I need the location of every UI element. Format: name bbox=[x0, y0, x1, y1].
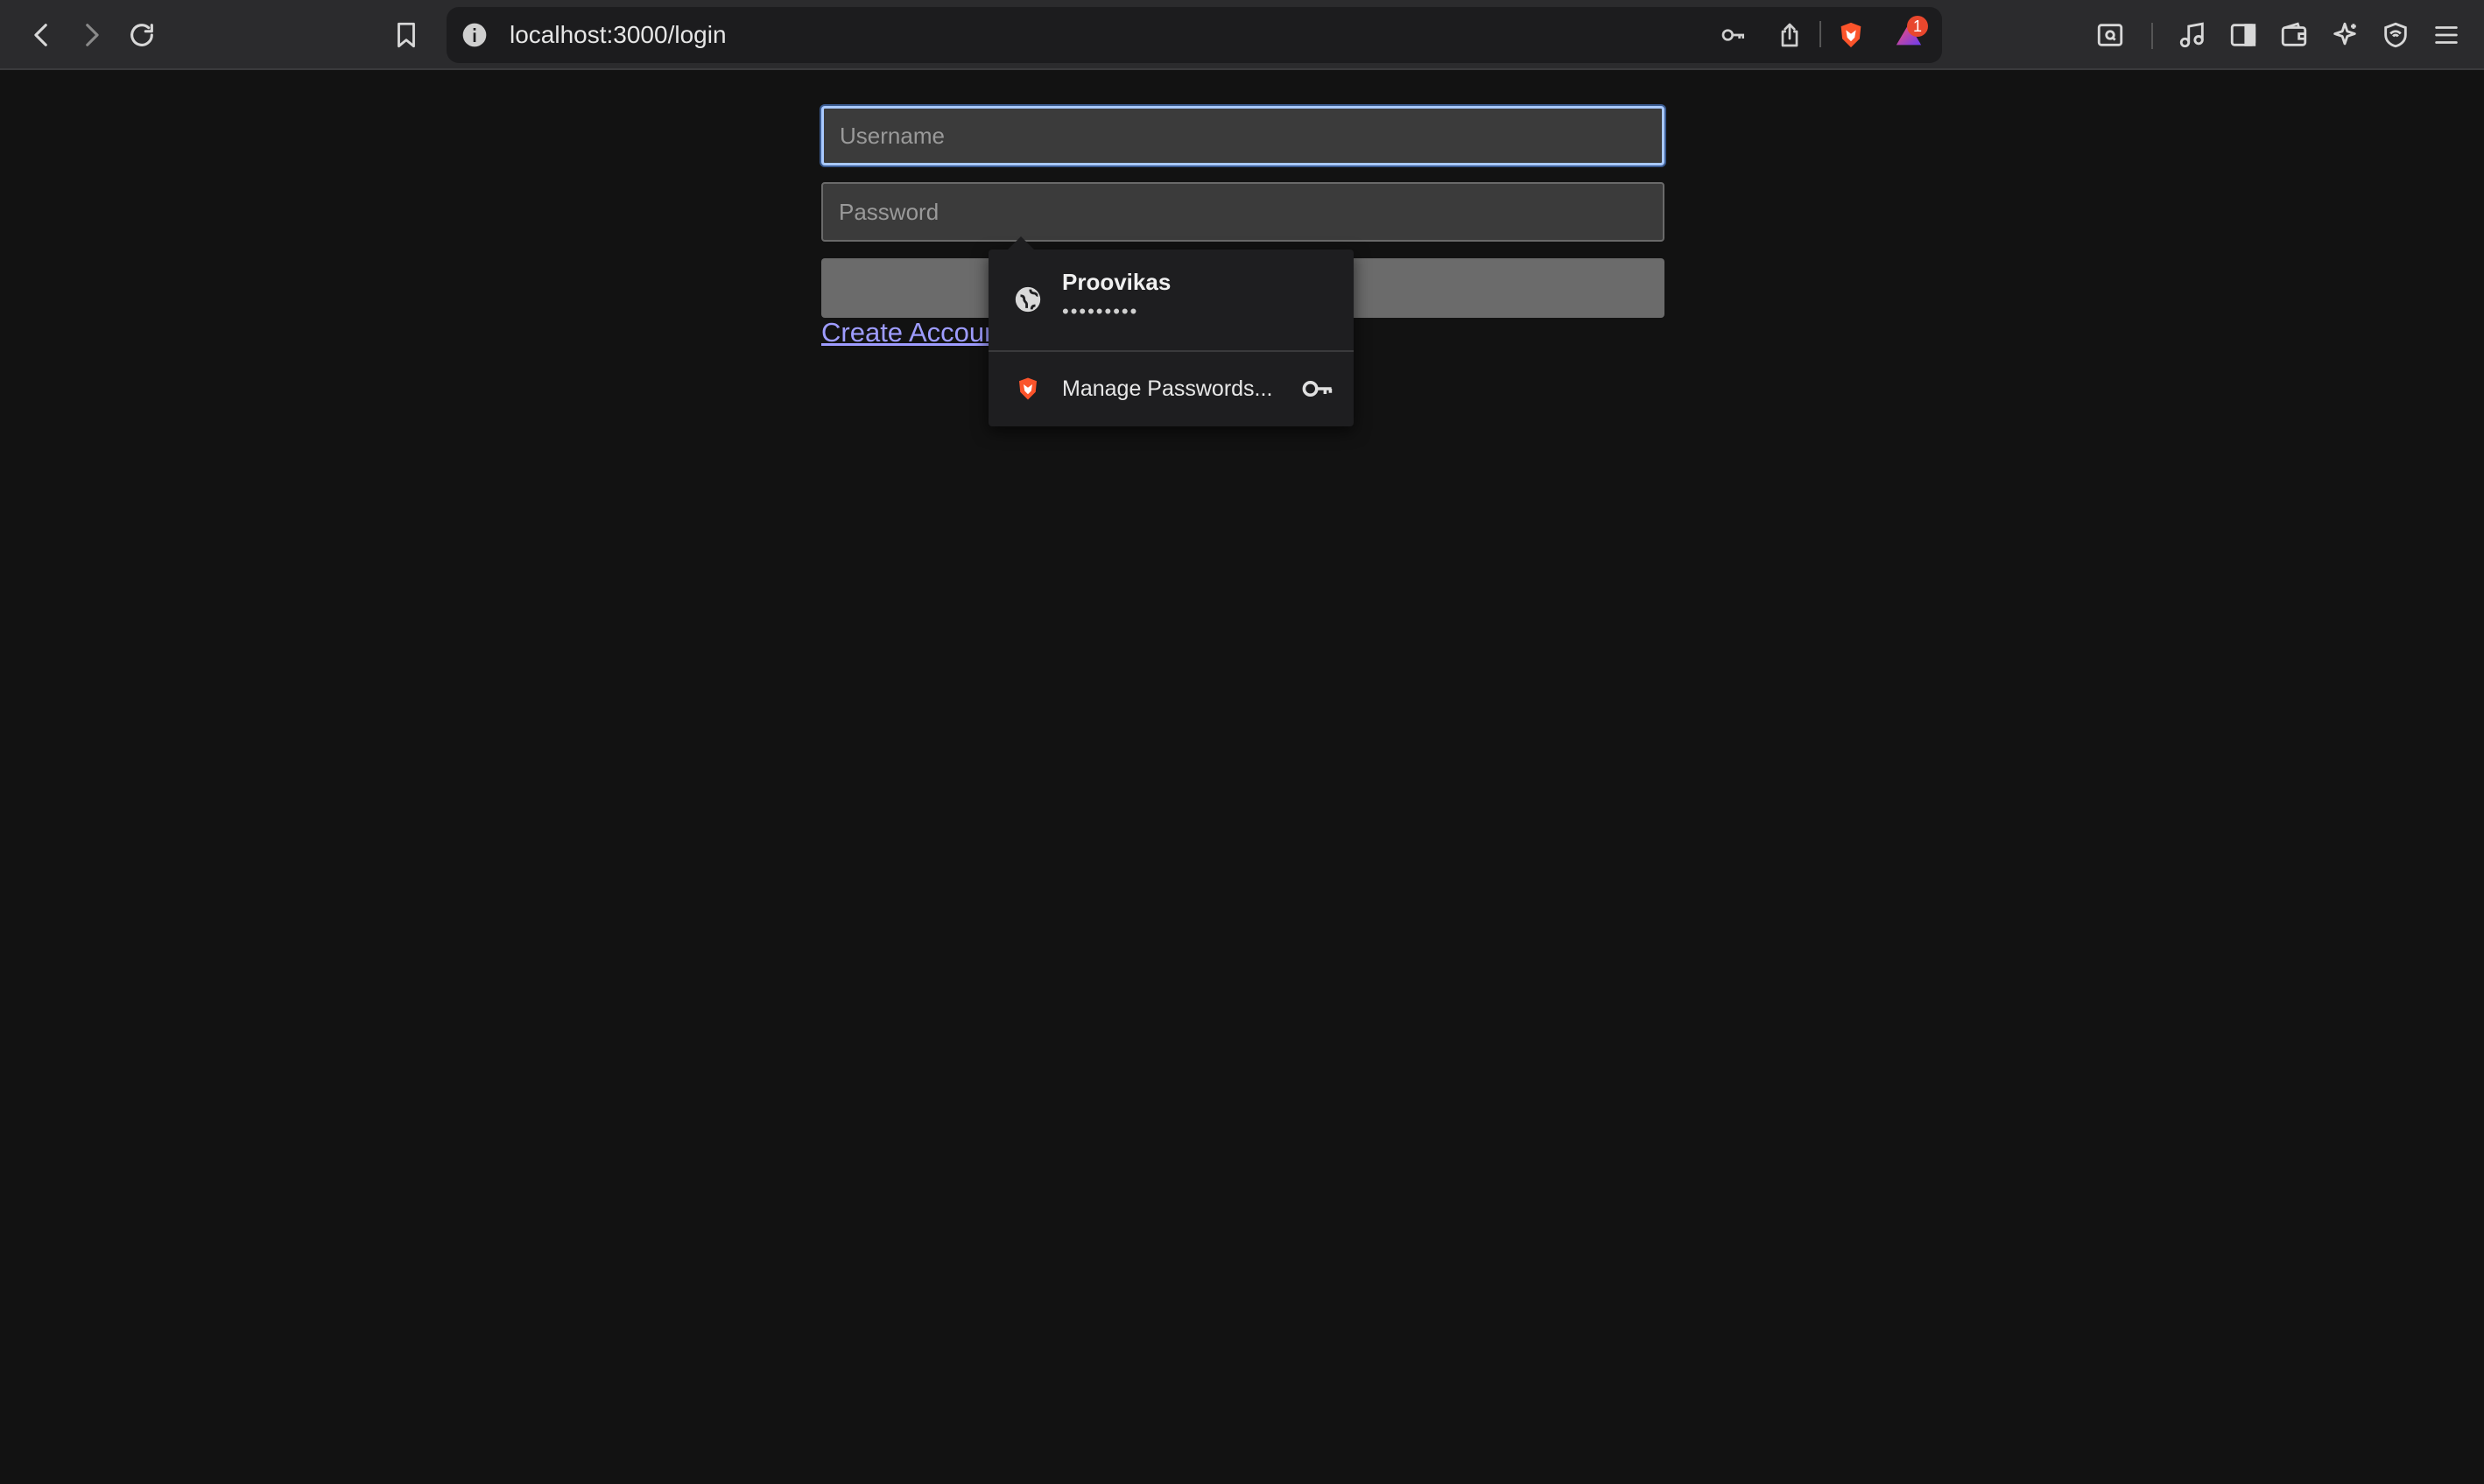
wallet-icon[interactable] bbox=[2275, 16, 2313, 54]
manage-passwords-label: Manage Passwords... bbox=[1062, 376, 1273, 401]
url-separator bbox=[1819, 21, 1821, 47]
hamburger-menu-icon[interactable] bbox=[2427, 16, 2466, 54]
brave-lion-icon bbox=[1019, 377, 1037, 400]
back-arrow-icon[interactable] bbox=[23, 16, 61, 54]
manage-passwords-item[interactable]: Manage Passwords... bbox=[989, 352, 1354, 426]
bookmark-icon[interactable] bbox=[387, 16, 426, 54]
forward-arrow-icon[interactable] bbox=[72, 16, 110, 54]
site-info-icon[interactable] bbox=[455, 16, 494, 54]
key-icon bbox=[1302, 381, 1333, 397]
share-icon[interactable] bbox=[1770, 16, 1809, 54]
username-input[interactable] bbox=[821, 106, 1664, 165]
create-account-link[interactable]: Create Account bbox=[821, 317, 1007, 348]
sidebar-toggle-icon[interactable] bbox=[2224, 16, 2262, 54]
vpn-shield-icon[interactable] bbox=[2376, 16, 2415, 54]
leo-ai-sparkle-icon[interactable] bbox=[2326, 16, 2364, 54]
saved-username: Proovikas bbox=[1062, 269, 1172, 295]
password-autofill-popup: Proovikas ••••••••• Manage Passwords... bbox=[989, 250, 1354, 426]
url-text[interactable]: localhost:3000/login bbox=[510, 7, 727, 63]
saved-password-mask: ••••••••• bbox=[1062, 300, 1139, 322]
saved-credential-item[interactable]: Proovikas ••••••••• bbox=[989, 250, 1354, 350]
notification-badge: 1 bbox=[1907, 16, 1928, 37]
globe-icon bbox=[1015, 286, 1041, 313]
reload-icon[interactable] bbox=[123, 16, 161, 54]
music-note-icon[interactable] bbox=[2173, 16, 2212, 54]
password-key-icon[interactable] bbox=[1714, 16, 1753, 54]
brave-shields-icon[interactable] bbox=[1832, 16, 1870, 54]
toolbar-separator bbox=[2151, 23, 2153, 49]
browser-toolbar: localhost:3000/login 1 bbox=[0, 0, 2484, 70]
password-input[interactable] bbox=[821, 182, 1664, 242]
address-bar[interactable]: localhost:3000/login bbox=[447, 7, 1942, 63]
login-page: Create Account Proovikas ••••••••• Manag… bbox=[0, 70, 2484, 1484]
popup-pointer bbox=[1007, 236, 1035, 250]
tab-search-icon[interactable] bbox=[2091, 16, 2129, 54]
